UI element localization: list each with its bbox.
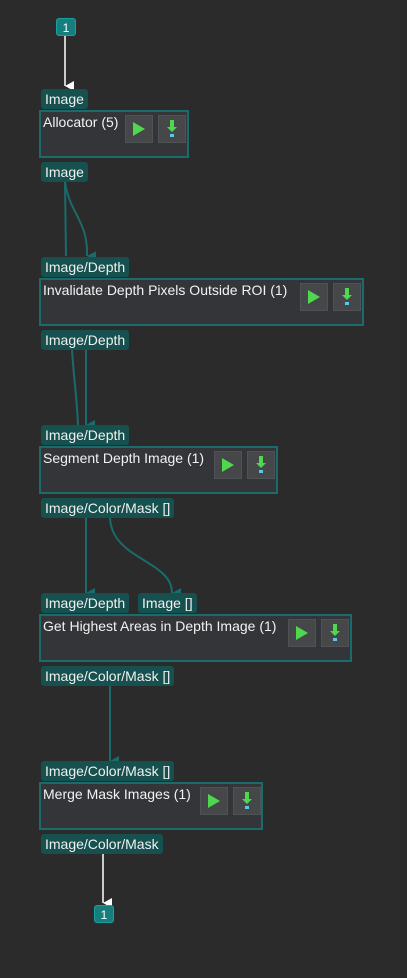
play-icon xyxy=(133,122,145,136)
download-arrow-icon xyxy=(330,624,340,641)
node-invalidate-depth[interactable]: Invalidate Depth Pixels Outside ROI (1) xyxy=(39,278,364,326)
invalidate-output-port[interactable]: Image/Depth xyxy=(41,330,130,350)
allocator-output-port[interactable]: Image xyxy=(41,162,88,182)
highest-output-port[interactable]: Image/Color/Mask [] xyxy=(41,666,175,686)
exit-terminal[interactable]: 1 xyxy=(94,905,114,923)
segment-input-port[interactable]: Image/Depth xyxy=(41,425,130,445)
play-icon xyxy=(296,626,308,640)
invalidate-input-port[interactable]: Image/Depth xyxy=(41,257,130,277)
step-button[interactable] xyxy=(233,787,261,815)
node-title: Merge Mask Images (1) xyxy=(43,786,191,802)
merge-output-port[interactable]: Image/Color/Mask xyxy=(41,834,163,854)
highest-input-port-image[interactable]: Image [] xyxy=(138,593,197,613)
step-button[interactable] xyxy=(247,451,275,479)
allocator-input-port[interactable]: Image xyxy=(41,89,88,109)
node-get-highest-areas[interactable]: Get Highest Areas in Depth Image (1) xyxy=(39,614,352,662)
play-icon xyxy=(308,290,320,304)
download-arrow-icon xyxy=(342,288,352,305)
run-button[interactable] xyxy=(288,619,316,647)
graph-canvas[interactable]: 1 Image Allocator (5) Image Image/Depth … xyxy=(0,0,407,978)
run-button[interactable] xyxy=(200,787,228,815)
highest-input-port-depth[interactable]: Image/Depth xyxy=(41,593,130,613)
download-arrow-icon xyxy=(167,120,177,137)
step-button[interactable] xyxy=(158,115,186,143)
play-icon xyxy=(222,458,234,472)
run-button[interactable] xyxy=(125,115,153,143)
entry-terminal[interactable]: 1 xyxy=(56,18,76,36)
node-segment-depth[interactable]: Segment Depth Image (1) xyxy=(39,446,278,494)
node-title: Segment Depth Image (1) xyxy=(43,450,205,466)
play-icon xyxy=(208,794,220,808)
node-title: Get Highest Areas in Depth Image (1) xyxy=(43,618,277,634)
run-button[interactable] xyxy=(300,283,328,311)
node-title: Invalidate Depth Pixels Outside ROI (1) xyxy=(43,282,288,298)
merge-input-port[interactable]: Image/Color/Mask [] xyxy=(41,761,175,781)
node-allocator[interactable]: Allocator (5) xyxy=(39,110,189,158)
step-button[interactable] xyxy=(321,619,349,647)
download-arrow-icon xyxy=(256,456,266,473)
node-merge-mask-images[interactable]: Merge Mask Images (1) xyxy=(39,782,263,830)
download-arrow-icon xyxy=(242,792,252,809)
node-title: Allocator (5) xyxy=(43,114,119,130)
step-button[interactable] xyxy=(333,283,361,311)
run-button[interactable] xyxy=(214,451,242,479)
segment-output-port[interactable]: Image/Color/Mask [] xyxy=(41,498,175,518)
